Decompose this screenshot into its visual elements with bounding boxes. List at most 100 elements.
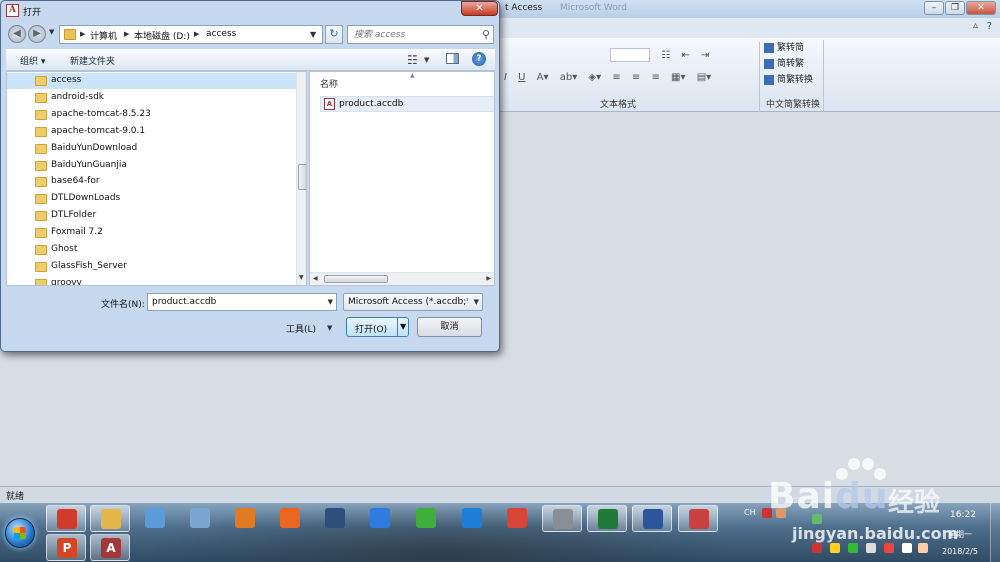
taskbar-app-button[interactable]	[632, 505, 672, 532]
outdent-icon[interactable]: ⇥	[701, 50, 709, 61]
help-icon[interactable]: ?	[987, 21, 992, 32]
italic-icon[interactable]: I	[504, 72, 507, 83]
column-header-name[interactable]: 名称	[320, 77, 338, 90]
taskbar-app-button[interactable]	[135, 505, 175, 532]
simp-trad-convert-button[interactable]: 简繁转换	[764, 72, 823, 88]
folder-list-item[interactable]: apache-tomcat-9.0.1	[7, 124, 297, 140]
search-icon[interactable]: ⚲	[482, 28, 490, 41]
taskbar-app-button[interactable]: P	[46, 534, 86, 561]
maximize-button[interactable]: ❐	[945, 1, 965, 15]
chevron-right-icon[interactable]: ▶	[80, 30, 85, 38]
alt-row-color-icon[interactable]: ▤▾	[697, 72, 711, 83]
taskbar-app-button[interactable]	[360, 505, 400, 532]
tray-app-icon[interactable]	[812, 543, 822, 553]
taskbar-app-button[interactable]	[270, 505, 310, 532]
chevron-down-icon[interactable]: ▼	[327, 324, 332, 332]
font-color-icon[interactable]: A▾	[537, 72, 549, 83]
align-left-icon[interactable]: ≡	[612, 72, 620, 83]
breadcrumb-drive-d[interactable]: 本地磁盘 (D:)	[134, 29, 190, 42]
scroll-right-icon[interactable]: ▶	[486, 275, 491, 282]
horizontal-scrollbar[interactable]: ◀ ▶	[310, 272, 494, 285]
chevron-right-icon[interactable]: ▶	[194, 30, 199, 38]
folder-list-item[interactable]: Foxmail 7.2	[7, 225, 297, 241]
close-button[interactable]: ✕	[966, 1, 996, 15]
folder-list-item[interactable]: DTLFolder	[7, 208, 297, 224]
taskbar-app-button[interactable]	[315, 505, 355, 532]
view-options-icon[interactable]: ☷	[407, 53, 418, 67]
folder-list-item[interactable]: BaiduYunDownload	[7, 141, 297, 157]
align-center-icon[interactable]: ≡	[632, 72, 640, 83]
file-list-item[interactable]: A product.accdb	[320, 96, 494, 112]
chevron-down-icon[interactable]: ▼	[474, 298, 479, 306]
tray-app-icon[interactable]	[762, 508, 772, 518]
refresh-button[interactable]: ↻	[325, 25, 343, 44]
folder-list-item[interactable]: access	[7, 73, 297, 89]
taskbar-app-button[interactable]	[46, 505, 86, 532]
preview-pane-icon[interactable]	[446, 53, 459, 64]
taskbar-app-button[interactable]	[678, 505, 718, 532]
help-icon[interactable]: ?	[472, 52, 486, 66]
new-folder-button[interactable]: 新建文件夹	[70, 54, 115, 67]
folder-list-item[interactable]: GlassFish_Server	[7, 259, 297, 275]
open-button[interactable]: 打开(O) ▼	[346, 317, 409, 337]
fill-color-icon[interactable]: ◈▾	[588, 72, 601, 83]
taskbar-app-button[interactable]	[452, 505, 492, 532]
folder-list-item[interactable]: apache-tomcat-8.5.23	[7, 107, 297, 123]
tools-menu[interactable]: 工具(L)	[286, 322, 316, 335]
clock-time[interactable]: 16:22	[950, 510, 976, 520]
filename-value[interactable]: product.accdb	[152, 297, 216, 307]
vertical-scrollbar[interactable]: ▼	[296, 72, 306, 285]
open-options-dropdown[interactable]: ▼	[400, 322, 406, 331]
clock-day[interactable]: 星期一	[948, 529, 972, 540]
trad-to-simp-button[interactable]: 繁转简	[764, 40, 823, 56]
chevron-down-icon[interactable]: ▼	[424, 56, 429, 64]
taskbar-app-button[interactable]	[90, 505, 130, 532]
clock-date[interactable]: 2018/2/5	[942, 547, 978, 556]
back-arrow-icon[interactable]: ◀	[8, 25, 26, 43]
chevron-right-icon[interactable]: ▶	[124, 30, 129, 38]
folder-list-item[interactable]: DTLDownLoads	[7, 191, 297, 207]
filename-field[interactable]: product.accdb ▼	[147, 293, 337, 311]
taskbar-app-button[interactable]	[225, 505, 265, 532]
align-right-icon[interactable]: ≡	[651, 72, 659, 83]
taskbar-app-button[interactable]	[497, 505, 537, 532]
tray-app-icon[interactable]	[884, 543, 894, 553]
breadcrumb[interactable]: ▶ 计算机 ▶ 本地磁盘 (D:) ▶ access	[59, 25, 323, 44]
ribbon-minimize-icon[interactable]: ▵	[973, 20, 978, 31]
scrollbar-thumb[interactable]	[324, 275, 388, 283]
navigation-pane[interactable]: access android-sdk apache-tomcat-8.5.23 apa…	[6, 71, 307, 286]
underline-icon[interactable]: U	[518, 72, 525, 83]
gridlines-icon[interactable]: ▦▾	[671, 72, 685, 83]
scrollbar-thumb[interactable]	[298, 164, 306, 190]
language-indicator[interactable]: CH	[744, 508, 756, 517]
tray-app-icon[interactable]	[776, 508, 786, 518]
scroll-down-icon[interactable]: ▼	[299, 274, 304, 281]
taskbar-app-button[interactable]	[406, 505, 446, 532]
taskbar-app-button[interactable]: A	[90, 534, 130, 561]
search-box[interactable]: ⚲	[347, 25, 494, 44]
file-list-pane[interactable]: 名称 ▲ A product.accdb ◀ ▶	[309, 71, 495, 286]
minimize-button[interactable]: –	[924, 1, 944, 15]
network-icon[interactable]	[902, 543, 912, 553]
folder-list-item[interactable]: groovy	[7, 276, 297, 285]
search-input[interactable]	[348, 26, 476, 43]
tray-app-icon[interactable]	[848, 543, 858, 553]
folder-list-item[interactable]: base64-for	[7, 174, 297, 190]
taskbar-app-button[interactable]	[587, 505, 627, 532]
address-dropdown[interactable]: ▼	[310, 30, 316, 39]
cancel-button[interactable]: 取消	[417, 317, 482, 337]
organize-menu[interactable]: 组织 ▾	[20, 54, 45, 67]
bullets-icon[interactable]: ☷	[661, 50, 670, 61]
recent-locations-dropdown[interactable]: ▼	[49, 28, 54, 36]
folder-list-item[interactable]: Ghost	[7, 242, 297, 258]
show-desktop-button[interactable]	[990, 503, 1000, 562]
file-type-select[interactable]: Microsoft Access (*.accdb;*.m ▼	[343, 293, 483, 311]
tray-app-icon[interactable]	[812, 514, 822, 524]
folder-list-item[interactable]: android-sdk	[7, 90, 297, 106]
flag-icon[interactable]	[866, 543, 876, 553]
chevron-down-icon[interactable]: ▼	[328, 298, 333, 306]
taskbar-app-button[interactable]	[180, 505, 220, 532]
breadcrumb-computer[interactable]: 计算机	[90, 29, 117, 42]
font-size-box[interactable]	[610, 48, 650, 62]
qq-icon[interactable]	[830, 543, 840, 553]
